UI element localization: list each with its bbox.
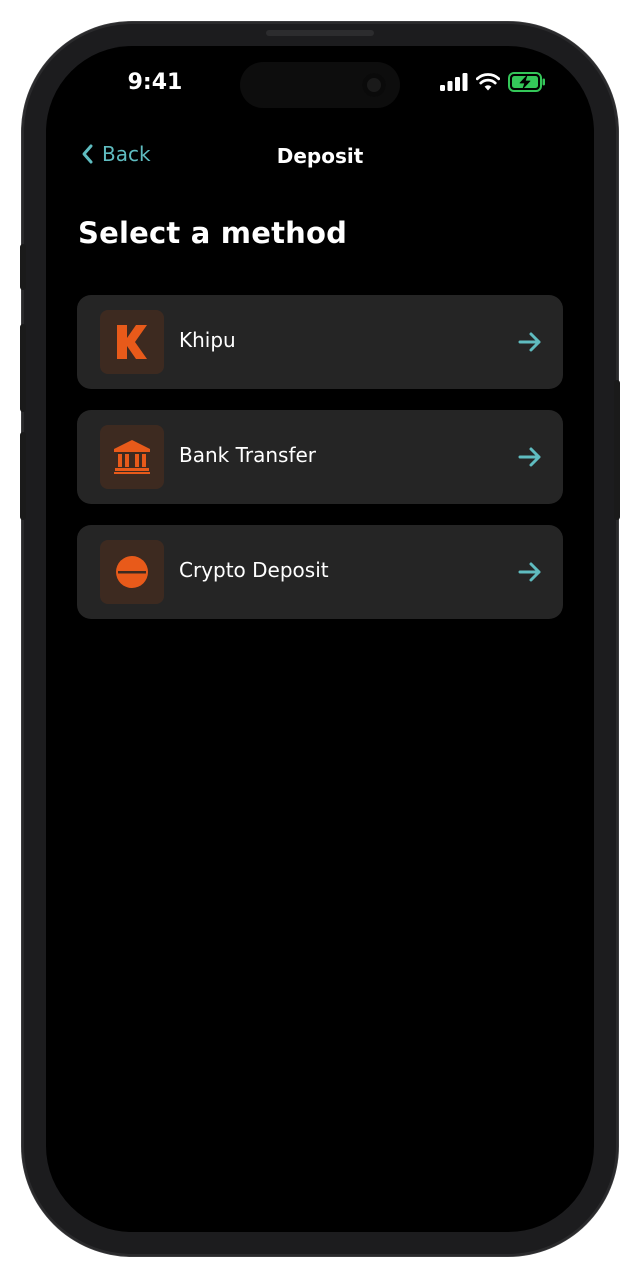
arrow-right-icon: [518, 447, 541, 467]
battery-charging-icon: [508, 72, 545, 92]
earpiece-speaker: [266, 30, 374, 36]
arrow-right-icon: [518, 332, 541, 352]
wifi-icon: [476, 73, 500, 91]
page-title: Deposit: [276, 144, 364, 168]
navigation-bar: Back Deposit: [46, 142, 594, 174]
crypto-icon: [100, 540, 164, 604]
volume-up-button: [20, 324, 26, 412]
power-button: [614, 380, 620, 520]
method-khipu[interactable]: Khipu: [77, 295, 563, 389]
cellular-signal-icon: [440, 73, 468, 91]
camera-icon: [362, 73, 386, 97]
khipu-logo-icon: [100, 310, 164, 374]
section-heading: Select a method: [78, 216, 348, 250]
screen: 9:41 Back Deposit Select a method Khipu …: [46, 46, 594, 1232]
action-button: [20, 244, 26, 290]
status-icons: [440, 72, 546, 92]
arrow-right-icon: [518, 562, 541, 582]
method-label: Khipu: [179, 328, 236, 352]
method-list: Khipu Bank Transfer Crypto Deposit: [77, 295, 563, 640]
method-bank-transfer[interactable]: Bank Transfer: [77, 410, 563, 504]
dynamic-island: [240, 62, 400, 108]
method-label: Crypto Deposit: [179, 558, 329, 582]
bank-icon: [100, 425, 164, 489]
method-crypto-deposit[interactable]: Crypto Deposit: [77, 525, 563, 619]
method-label: Bank Transfer: [179, 443, 317, 467]
volume-down-button: [20, 432, 26, 520]
status-time: 9:41: [127, 70, 183, 95]
